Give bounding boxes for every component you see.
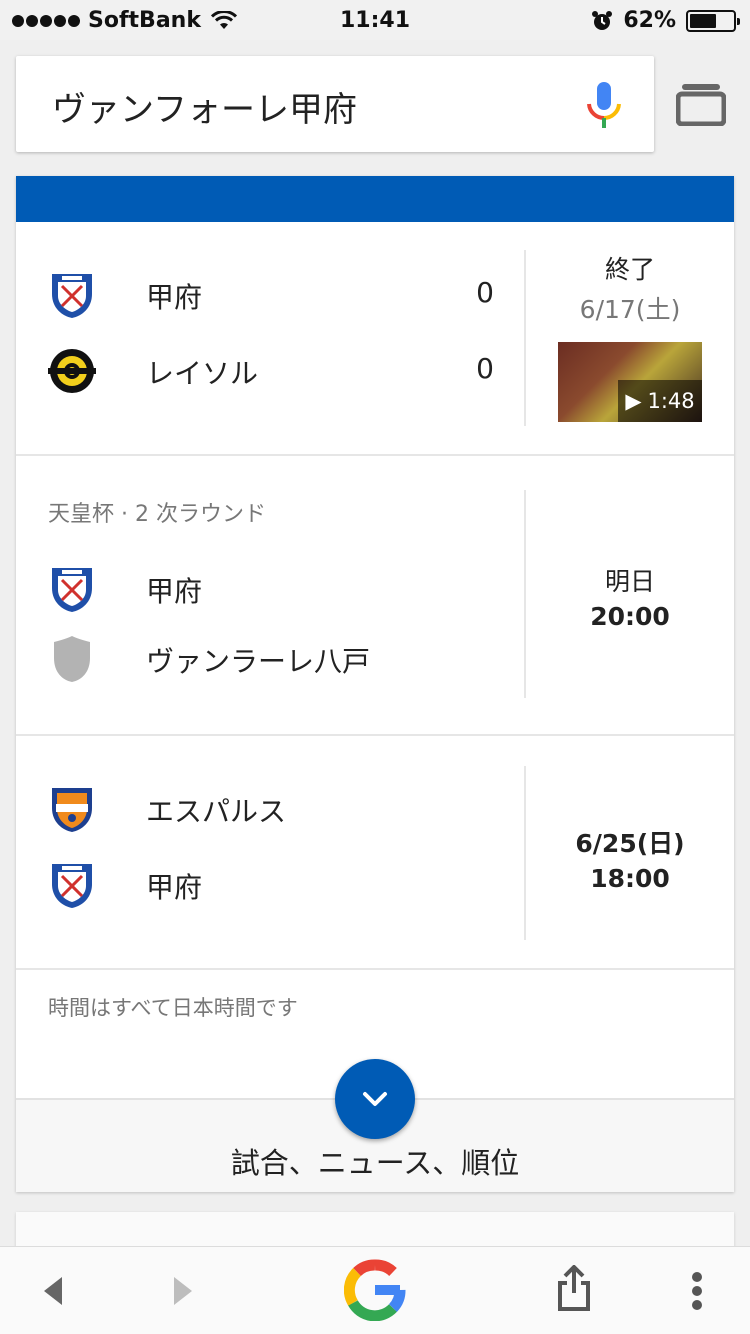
team-row: 甲府 [16,860,524,910]
timezone-note: 時間はすべて日本時間です [48,996,298,1020]
more-link-label: 試合、ニュース、順位 [230,1146,520,1180]
search-input[interactable]: ヴァンフォーレ甲府 [52,82,357,131]
match-date: 6/25(日) [575,829,685,858]
spulse-crest-icon [52,788,92,832]
search-bar[interactable]: ヴァンフォーレ甲府 [16,56,654,152]
chevron-down-icon [363,1092,387,1106]
match-item[interactable]: エスパルス 甲府 6/25(日) 18:00 [16,736,734,970]
play-icon: ▶ [625,389,642,413]
match-day: 明日 [604,567,655,596]
browser-toolbar [0,1246,750,1334]
team-score: 0 [476,276,494,309]
match-time: 20:00 [590,602,670,631]
team-name: レイソル [146,357,259,390]
team-row: 甲府 0 [16,270,524,320]
video-thumbnail[interactable]: ▶ 1:48 [558,342,702,422]
team-name: 甲府 [146,281,203,314]
team-header [16,176,734,222]
video-duration: 1:48 [647,389,695,413]
match-item[interactable]: 甲府 0 レイソル 0 終了 6/17(土) ▶ 1:48 [16,222,734,456]
match-status: 終了 6/17(土) [526,250,734,326]
battery-percent: 62% [623,8,676,33]
team-row: エスパルス [16,784,524,834]
video-badge: ▶ 1:48 [618,380,702,422]
match-date: 6/17(土) [579,295,681,324]
kofu-crest-icon [52,568,92,612]
team-row: ヴァンラーレ八戸 [16,634,524,684]
expand-button[interactable] [335,1059,415,1139]
kofu-crest-icon [52,864,92,908]
tabs-icon[interactable] [676,82,726,126]
team-row: 甲府 [16,564,524,614]
match-item[interactable]: 天皇杯 · 2 次ラウンド 甲府 ヴァンラーレ八戸 明日 20:00 [16,456,734,736]
back-arrow-icon[interactable] [40,1275,66,1307]
match-status-label: 終了 [604,255,655,284]
team-score: 0 [476,352,494,385]
battery-icon [686,9,740,32]
competition-label: 天皇杯 · 2 次ラウンド [48,502,266,527]
match-time: 18:00 [590,864,670,893]
match-status: 6/25(日) 18:00 [526,820,734,893]
generic-shield-icon [54,636,90,682]
google-logo-icon[interactable] [344,1259,406,1321]
status-bar: SoftBank 11:41 62% [0,0,750,40]
team-name: 甲府 [146,871,203,904]
team-name: ヴァンラーレ八戸 [146,645,371,678]
microphone-icon[interactable] [584,80,624,132]
alarm-icon [592,10,613,30]
match-status: 明日 20:00 [526,562,734,631]
team-name: エスパルス [146,795,287,828]
forward-arrow-icon[interactable] [170,1275,196,1307]
reysol-crest-icon [48,349,96,393]
team-row: レイソル 0 [16,346,524,396]
team-name: 甲府 [146,575,203,608]
matches-card: 甲府 0 レイソル 0 終了 6/17(土) ▶ 1:48 天皇杯 · 2 次ラ… [16,176,734,1192]
kofu-crest-icon [52,274,92,318]
more-options-icon[interactable] [690,1271,704,1311]
share-icon[interactable] [556,1265,592,1313]
